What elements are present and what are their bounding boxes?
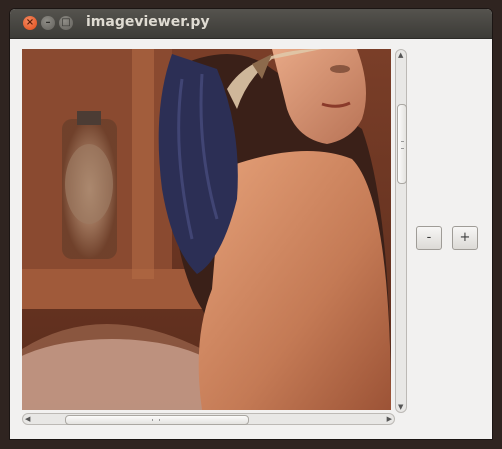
scroll-down-icon[interactable]: ▼	[398, 403, 403, 411]
app-window: × – □ imageviewer.py ▲ ▼ ◀ ▶ - +	[10, 9, 492, 439]
grip-icon	[152, 419, 160, 421]
minimize-icon[interactable]: –	[41, 16, 55, 30]
title-bar[interactable]: × – □ imageviewer.py	[10, 9, 492, 39]
photo-image	[22, 49, 391, 410]
vertical-scrollbar[interactable]: ▲ ▼	[395, 49, 407, 413]
close-icon[interactable]: ×	[23, 16, 37, 30]
zoom-out-button[interactable]: -	[416, 226, 442, 250]
maximize-icon[interactable]: □	[59, 16, 73, 30]
zoom-in-button[interactable]: +	[452, 226, 478, 250]
vertical-scroll-thumb[interactable]	[397, 104, 407, 184]
horizontal-scroll-thumb[interactable]	[65, 415, 249, 425]
image-display[interactable]	[22, 49, 391, 410]
grip-icon	[401, 141, 404, 149]
window-title: imageviewer.py	[86, 14, 210, 30]
scroll-up-icon[interactable]: ▲	[398, 51, 403, 59]
horizontal-scrollbar[interactable]: ◀ ▶	[22, 413, 395, 425]
scroll-left-icon[interactable]: ◀	[25, 415, 30, 423]
scroll-right-icon[interactable]: ▶	[387, 415, 392, 423]
